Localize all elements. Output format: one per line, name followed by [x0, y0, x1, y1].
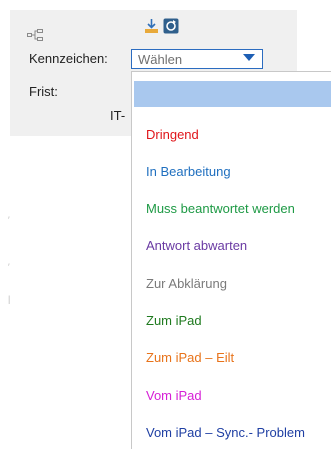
chevron-down-icon[interactable] [243, 54, 255, 62]
select-value: Wählen [138, 52, 183, 67]
background-fragment: ′ [8, 262, 10, 272]
dropdown-item[interactable]: Antwort abwarten [146, 238, 247, 253]
frist-label: Frist: [29, 84, 58, 99]
kennzeichen-dropdown-list: Dringend In Bearbeitung Muss beantwortet… [131, 71, 331, 449]
kennzeichen-select[interactable]: Wählen [131, 49, 263, 69]
connector-icon[interactable] [27, 29, 43, 41]
dropdown-item[interactable]: In Bearbeitung [146, 164, 231, 179]
dropdown-item[interactable]: Muss beantwortet werden [146, 201, 295, 216]
dropdown-item[interactable]: Vom iPad – Sync.- Problem [146, 425, 305, 440]
dropdown-item[interactable]: Zur Abklärung [146, 276, 227, 291]
partial-text: IT- [110, 108, 126, 123]
kennzeichen-label: Kennzeichen: [29, 51, 108, 66]
refresh-icon[interactable] [163, 18, 179, 34]
dropdown-item[interactable]: Zum iPad [146, 313, 202, 328]
dropdown-item[interactable]: Vom iPad [146, 388, 202, 403]
background-fragment: | [8, 294, 11, 304]
dropdown-item[interactable]: Dringend [146, 127, 199, 142]
background-fragment: ′ [8, 215, 10, 225]
dropdown-item-empty[interactable] [134, 81, 331, 107]
download-icon[interactable] [144, 18, 159, 34]
dropdown-item[interactable]: Zum iPad – Eilt [146, 350, 234, 365]
